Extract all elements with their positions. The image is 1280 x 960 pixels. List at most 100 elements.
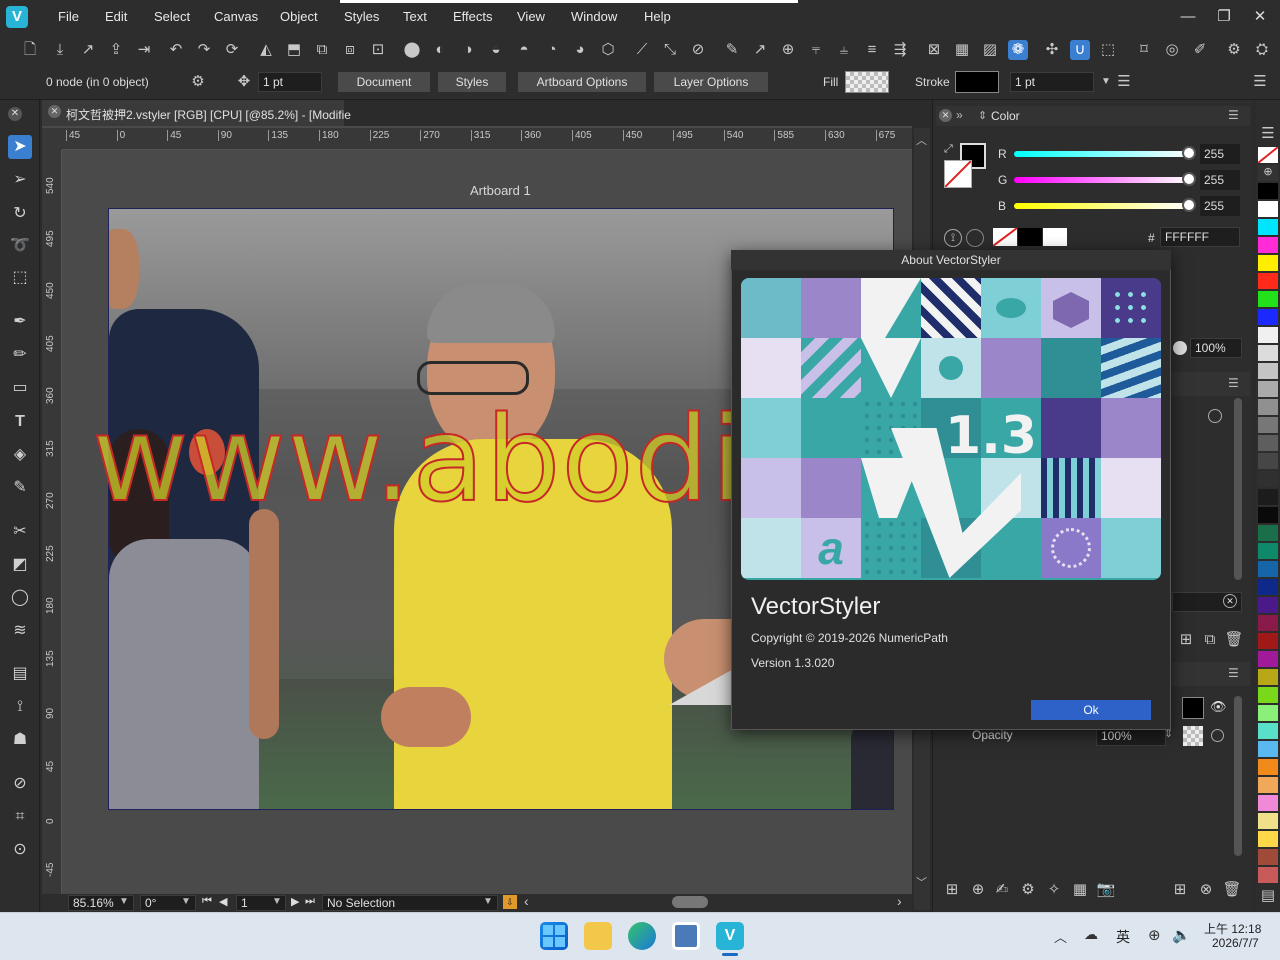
undo-icon[interactable]: ↶ [166,40,186,60]
panel-2-menu-icon[interactable]: ☰ [1228,376,1239,390]
swatch-gray-11[interactable] [1258,507,1278,523]
align-center-icon[interactable]: ⇶ [890,40,910,60]
duplicate-style-icon[interactable]: ⧉ [1200,630,1220,650]
swatch-gray-2[interactable] [1258,345,1278,361]
brush-icon[interactable]: ✐ [1190,40,1210,60]
selection-dropdown-icon[interactable]: ▼ [483,896,493,907]
swatch-purple[interactable] [1258,597,1278,613]
magnet-icon[interactable]: ∪ [1070,40,1090,60]
green-value[interactable]: 255 [1200,170,1240,190]
red-value[interactable]: 255 [1200,144,1240,164]
swatch-gray-6[interactable] [1258,417,1278,433]
color-panel-close-icon[interactable]: ✕ [939,109,952,122]
clock-time[interactable]: 上午 12:18 [1204,920,1261,937]
publish-icon[interactable]: ⇥ [134,40,154,60]
menu-file[interactable]: File [58,9,79,24]
open-path-icon[interactable]: ↗ [750,40,770,60]
swatch-olive[interactable] [1258,669,1278,685]
target-icon[interactable]: ⊕ [778,40,798,60]
swatch-rose[interactable] [1258,867,1278,883]
document-tab[interactable]: ✕ 柯文哲被押2.vstyler [RGB] [CPU] [@85.2%] - … [42,100,351,126]
swatch-white[interactable] [1043,228,1067,246]
vectorstyler-taskbar-icon[interactable]: V [716,922,744,950]
menu-help[interactable]: Help [644,9,671,24]
vertical-ruler[interactable]: 54049545040536031527022518013590450-45-9… [42,150,62,910]
volume-icon[interactable]: 🔈 [1172,926,1191,944]
ok-button[interactable]: Ok [1031,700,1151,720]
gradient-tool-icon[interactable]: ✎ [8,476,32,500]
stroke-swatch[interactable] [955,71,999,93]
fx-layer-icon[interactable]: ✧ [1044,880,1064,900]
swatch-steel-blue[interactable] [1258,561,1278,577]
swatch-gold[interactable] [1258,831,1278,847]
swap-colors-icon[interactable]: ⤢ [944,143,953,156]
visibility-eye-icon[interactable]: 👁 [1210,699,1227,715]
swatch-library-icon[interactable]: ▤ [1258,886,1278,906]
ime-indicator[interactable]: 英 [1116,927,1130,947]
red-slider[interactable] [1014,151,1190,157]
horizontal-ruler[interactable]: 45 0 45 90 135 180 225 270 315 360 405 450 495 540 585… [62,128,912,150]
camera-icon[interactable]: 📷 [1096,880,1116,900]
swatch-dark-red[interactable] [1258,633,1278,649]
stroke-width-field[interactable]: 1 pt [258,72,322,92]
windows-start-icon[interactable] [540,922,568,950]
eyedropper-tool-icon[interactable]: ⟟ [8,695,32,719]
add-layer-icon[interactable]: ⊞ [942,880,962,900]
color-mode-icon[interactable]: ❁ [1008,40,1028,60]
measure-tool-icon[interactable]: ⊘ [8,772,32,796]
select-tool-icon[interactable]: ➤ [8,135,32,159]
horizontal-scroll-thumb[interactable] [672,896,708,908]
stroke-dropdown-icon[interactable]: ▼ [1096,72,1116,92]
swatch-brown[interactable] [1258,849,1278,865]
panel-radio-icon[interactable] [1208,409,1222,423]
shape-builder-icon[interactable]: ◩ [8,553,32,577]
panel-collapse-icon[interactable]: » [956,108,963,122]
swatch-aqua[interactable] [1258,723,1278,739]
color-panel-menu-icon[interactable]: ☰ [1228,108,1239,122]
add-sublayer-icon[interactable]: ⊕ [968,880,988,900]
pencil-tool-icon[interactable]: ✏ [8,343,32,367]
redo-icon[interactable]: ↷ [194,40,214,60]
menu-effects[interactable]: Effects [453,9,493,24]
swatch-blue[interactable] [1258,309,1278,325]
blue-value[interactable]: 255 [1200,196,1240,216]
swatch-dark-green[interactable] [1258,525,1278,541]
tray-expand-icon[interactable]: ︿ [1054,927,1067,946]
swatch-gray-1[interactable] [1258,327,1278,343]
warning-icon[interactable]: ⇩ [503,895,517,909]
blue-slider[interactable] [1014,203,1190,209]
swatch-yellow[interactable] [1258,255,1278,271]
add-style-icon[interactable]: ⊞ [1176,630,1196,650]
settings-snap-icon[interactable]: ✣ [1042,40,1062,60]
remove-item-icon[interactable]: ⊗ [1196,880,1216,900]
menu-object[interactable]: Object [280,9,318,24]
symbol-tool-icon[interactable]: ☗ [8,728,32,752]
first-page-icon[interactable]: ⏮ [202,895,212,908]
lasso-icon[interactable]: ⬚ [1098,40,1118,60]
none-color-icon[interactable] [966,229,984,247]
new-document-icon[interactable]: 🗋 [20,40,40,60]
swatch-light-orange[interactable] [1258,777,1278,793]
scroll-up-icon[interactable]: ︿ [916,132,927,148]
boolean-intersect-icon[interactable]: ◑ [458,40,478,60]
menu-view[interactable]: View [517,9,545,24]
snap-icon[interactable]: ⊠ [924,40,944,60]
swatch-gray-5[interactable] [1258,399,1278,415]
tool-panel-close-icon[interactable]: ✕ [8,107,22,121]
effects-layer-icon[interactable]: ⚙ [1018,880,1038,900]
rectangle-tool-icon[interactable]: ▭ [8,376,32,400]
panel-scrollbar[interactable] [1234,398,1242,580]
last-page-icon[interactable]: ⏭ [305,895,315,908]
delete-style-icon[interactable]: 🗑 [1224,630,1244,650]
scroll-left-icon[interactable]: ‹ [524,893,529,909]
layers-scrollbar[interactable] [1234,696,1242,856]
fill-color-well[interactable] [944,160,972,188]
maximize-icon[interactable]: ❐ [1214,7,1234,27]
scroll-right-icon[interactable]: › [897,893,902,909]
opacity-knob[interactable] [1173,341,1187,355]
flip-horizontal-icon[interactable]: ◭ [256,40,276,60]
swatch-gray-8[interactable] [1258,453,1278,469]
ungroup-icon[interactable]: ⧈ [340,40,360,60]
boolean-trim-icon[interactable]: ◔ [542,40,562,60]
move-icon[interactable]: ✥ [234,72,254,92]
